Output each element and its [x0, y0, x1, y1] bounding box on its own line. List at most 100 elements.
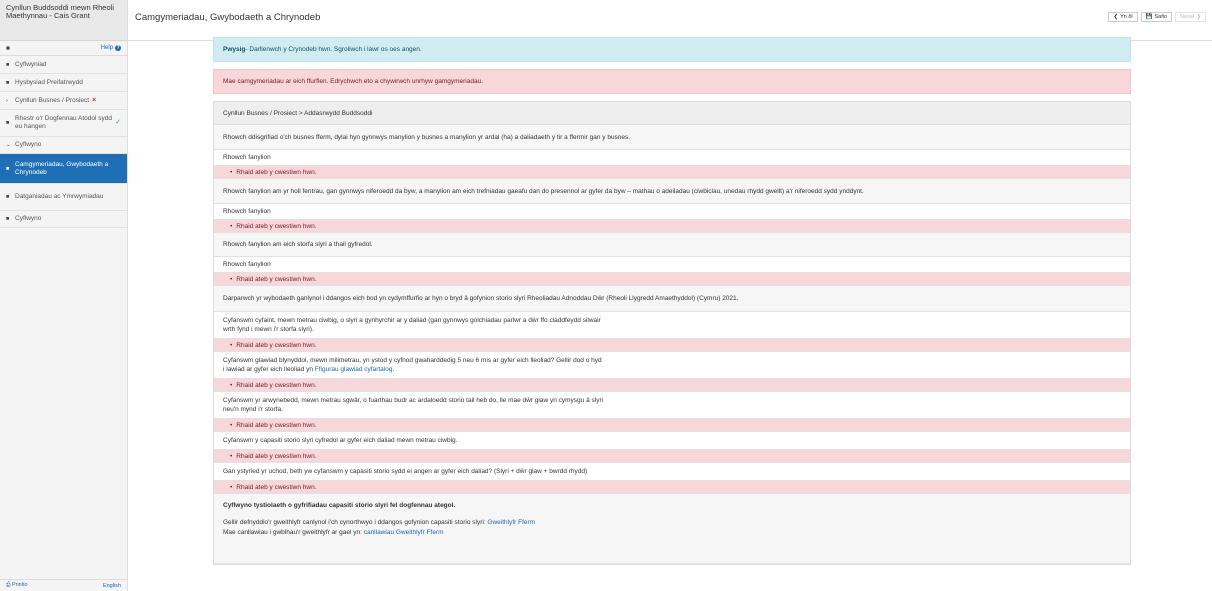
main-content: Pwysig - Darllenwch y Crynodeb hwn. Sgro… — [213, 37, 1131, 565]
evidence-text-part: Mae canllawiau i gwblhau'r gweithlyfr ar… — [223, 529, 364, 536]
breadcrumb: Cynllun Busnes / Prosiect > Addasrwydd B… — [214, 102, 1130, 125]
answer-label: Rhowch fanylion — [214, 257, 1130, 273]
question-row: Gan ystyried yr uchod, beth yw cyfanswm … — [214, 463, 1130, 481]
sidebar-item-hysbysiad[interactable]: ■ Hysbysiad Preifatrwydd — [0, 74, 127, 92]
info-alert-bold: Pwysig — [223, 46, 246, 53]
question-row: Rhowch fanylion am eich storfa slyri a t… — [214, 233, 1130, 257]
sidebar-item-label: Datganiadau ac Ymrwymiadau — [15, 193, 104, 200]
question-text: wrth fynd i mewn i'r storfa slyri). — [223, 326, 314, 333]
doc-icon: ■ — [6, 61, 10, 68]
error-row: • Rhaid ateb y cwestiwn hwn. — [214, 273, 1130, 286]
sidebar-item-label: Cyflwyno — [15, 215, 42, 222]
sidebar-item-label: Cynllun Busnes / Prosiect — [15, 96, 90, 104]
bullet-icon: • — [230, 421, 233, 429]
page-header: Camgymeriadau, Gwybodaeth a Chrynodeb ❮ Y… — [128, 0, 1212, 41]
info-alert: Pwysig - Darllenwch y Crynodeb hwn. Sgro… — [213, 37, 1131, 62]
rainfall-link[interactable]: Ffigurau glawiad cyfartalog — [315, 366, 393, 373]
question-text: Cyfanswm glawiad blynyddol, mewn milimet… — [223, 357, 602, 364]
save-icon: 💾 — [1145, 14, 1153, 20]
next-button[interactable]: Nesaf ❯ — [1175, 12, 1206, 22]
doc-icon: ■ — [6, 79, 10, 86]
help-link[interactable]: Help ? — [101, 45, 121, 51]
evidence-text: Mae canllawiau i gwblhau'r gweithlyfr ar… — [223, 528, 1121, 538]
error-row: • Rhaid ateb y cwestiwn hwn. — [214, 166, 1130, 179]
sidebar-item-cyflwyno-group[interactable]: ⌄ Cyflwyno — [0, 137, 127, 154]
sidebar-item-rhestr-dogfennau[interactable]: ■ Rhestr o'r Dogfennau Atodol sydd eu ha… — [0, 110, 127, 137]
sidebar-footer: ⎙ Printio English — [0, 579, 127, 591]
sidebar: Cynllun Buddsoddi mewn Rheoli Maethynnau… — [0, 0, 128, 591]
sidebar-item-label: Cyflwyniad — [15, 60, 47, 68]
back-button[interactable]: ❮ Yn ôl — [1108, 12, 1138, 22]
summary-panel: Cynllun Busnes / Prosiect > Addasrwydd B… — [213, 101, 1131, 565]
sidebar-item-label: Cyflwyno — [15, 141, 42, 148]
bullet-icon: • — [230, 483, 233, 491]
evidence-text-part: Gellir defnyddio'r gweithlyfr canlynol i… — [223, 519, 488, 526]
user-icon[interactable]: ■ — [6, 45, 10, 52]
sidebar-item-cynllun-busnes[interactable]: › Cynllun Busnes / Prosiect × — [0, 92, 127, 110]
error-text: Rhaid ateb y cwestiwn hwn. — [236, 421, 317, 429]
sidebar-item-datganiadau[interactable]: ■ Datganiadau ac Ymrwymiadau — [0, 184, 127, 211]
question-text: neu'n mynd i'r storfa. — [223, 406, 283, 413]
info-alert-text: - Darllenwch y Crynodeb hwn. Sgroliwch i… — [245, 46, 422, 53]
chevron-down-icon: ⌄ — [6, 142, 11, 148]
back-label: Yn ôl — [1120, 14, 1133, 20]
error-icon: × — [92, 96, 97, 104]
question-row: Cyfanswm glawiad blynyddol, mewn milimet… — [214, 352, 1130, 379]
doc-icon: ■ — [6, 165, 10, 172]
question-row: Rhowch fanylion am yr holl fentrau, gan … — [214, 179, 1130, 204]
sidebar-item-cyflwyno[interactable]: ■ Cyflwyno — [0, 211, 127, 228]
chevron-right-icon: ❯ — [1196, 14, 1201, 20]
evidence-section: Cyflwyno tystiolaeth o gyfrifiadau capas… — [214, 494, 1130, 564]
chevron-left-icon: ❮ — [1113, 14, 1119, 20]
question-text: Cyfanswm cyfaint, mewn metrau ciwbig, o … — [223, 317, 601, 324]
workbook-guidance-link[interactable]: canllawiau Gweithlyfr Fferm — [364, 529, 444, 536]
bullet-icon: • — [230, 341, 233, 349]
sidebar-item-label: Hysbysiad Preifatrwydd — [15, 78, 83, 86]
error-row: • Rhaid ateb y cwestiwn hwn. — [214, 339, 1130, 352]
answer-label: Rhowch fanylion — [214, 204, 1130, 220]
workbook-link[interactable]: Gweithlyfr Fferm — [487, 519, 535, 526]
question-row: Darparwch yr wybodaeth ganlynol i ddango… — [214, 286, 1130, 312]
question-row: Cyfanswm yr arwynebedd, mewn metrau sgwâ… — [214, 392, 1130, 419]
check-icon: ✓ — [115, 119, 121, 126]
doc-icon: ■ — [6, 194, 10, 200]
question-text: Cyfanswm yr arwynebedd, mewn metrau sgwâ… — [223, 397, 604, 404]
header-buttons: ❮ Yn ôl 💾 Safio Nesaf ❯ — [1108, 12, 1206, 22]
error-row: • Rhaid ateb y cwestiwn hwn. — [214, 419, 1130, 432]
chevron-right-icon: › — [6, 97, 8, 104]
error-text: Rhaid ateb y cwestiwn hwn. — [236, 222, 317, 230]
error-text: Rhaid ateb y cwestiwn hwn. — [236, 341, 317, 349]
error-text: Rhaid ateb y cwestiwn hwn. — [236, 168, 317, 176]
sidebar-item-camgymeriadau[interactable]: ■ Camgymeriadau, Gwybodaeth a Chrynodeb — [0, 154, 127, 184]
error-text: Rhaid ateb y cwestiwn hwn. — [236, 483, 317, 491]
question-row: Cyfanswm cyfaint, mewn metrau ciwbig, o … — [214, 312, 1130, 339]
sidebar-item-label: Rhestr o'r Dogfennau Atodol sydd eu hang… — [15, 115, 112, 130]
error-alert: Mae camgymeriadau ar eich ffurflen. Edry… — [213, 69, 1131, 94]
answer-label: Rhowch fanylion — [214, 150, 1130, 166]
sidebar-item-cyflwyniad[interactable]: ■ Cyflwyniad — [0, 56, 127, 74]
next-label: Nesaf — [1180, 14, 1195, 20]
doc-icon: ■ — [6, 120, 10, 126]
bullet-icon: • — [230, 275, 233, 283]
question-text: i lawiad ar gyfer eich lleoliad yn Ffigu… — [223, 366, 395, 373]
app-title: Cynllun Buddsoddi mewn Rheoli Maethynnau… — [0, 0, 127, 41]
error-text: Rhaid ateb y cwestiwn hwn. — [236, 452, 317, 460]
error-text: Rhaid ateb y cwestiwn hwn. — [236, 275, 317, 283]
language-link[interactable]: English — [103, 583, 121, 589]
help-icon: ? — [115, 45, 121, 51]
bullet-icon: • — [230, 168, 233, 176]
evidence-title: Cyflwyno tystiolaeth o gyfrifiadau capas… — [223, 502, 456, 509]
bullet-icon: • — [230, 381, 233, 389]
error-row: • Rhaid ateb y cwestiwn hwn. — [214, 481, 1130, 494]
question-row: Cyfanswm y capasiti storio slyri cyfredo… — [214, 432, 1130, 450]
sidebar-nav: ■ Cyflwyniad ■ Hysbysiad Preifatrwydd › … — [0, 56, 127, 228]
printer-icon: ⎙ — [6, 582, 11, 588]
bullet-icon: • — [230, 452, 233, 460]
print-link[interactable]: ⎙ Printio — [6, 582, 28, 589]
help-label: Help — [100, 45, 113, 51]
user-row: ■ Help ? — [0, 41, 127, 56]
bullet-icon: • — [230, 222, 233, 230]
save-button[interactable]: 💾 Safio — [1140, 12, 1173, 22]
question-text-part: i lawiad ar gyfer eich lleoliad yn — [223, 366, 315, 373]
evidence-text: Gellir defnyddio'r gweithlyfr canlynol i… — [223, 518, 1121, 528]
